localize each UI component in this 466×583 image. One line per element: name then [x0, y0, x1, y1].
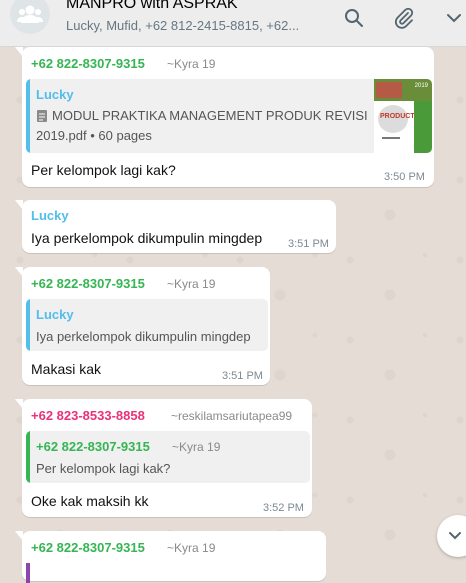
quoted-message[interactable]: Lucky MODUL PRAKTIKA MANAGEMENT PRODUK R…: [26, 79, 432, 153]
sender-name[interactable]: +62 822-8307-9315: [31, 540, 145, 555]
sender-name[interactable]: Lucky: [31, 208, 69, 223]
chevron-down-icon: [449, 532, 461, 540]
message-time: 3:50 PM: [384, 171, 425, 183]
quoted-message[interactable]: Lucky Iya perkelompok dikumpulin mingdep: [26, 299, 268, 351]
document-icon: [36, 109, 48, 123]
quoted-sender: +62 822-8307-9315: [36, 439, 150, 454]
sender-alias: ~Kyra 19: [167, 57, 216, 71]
message-text: Per kelompok lagi kak?: [31, 162, 176, 178]
message-time: 3:51 PM: [222, 370, 263, 382]
chevron-down-icon[interactable]: [442, 6, 466, 30]
chat-header[interactable]: MANPRO with ASPRAK Lucky, Mufid, +62 812…: [0, 0, 466, 47]
document-pages: 60 pages: [98, 128, 152, 143]
quoted-text: Iya perkelompok dikumpulin mingdep: [36, 329, 251, 344]
sender-name[interactable]: +62 822-8307-9315: [31, 276, 145, 291]
quote-bar: [26, 299, 30, 351]
message-time: 3:52 PM: [263, 502, 304, 514]
message-bubble[interactable]: +62 822-8307-9315 ~Kyra 19: [15, 531, 326, 583]
attach-icon[interactable]: [392, 6, 416, 30]
chat-participants[interactable]: Lucky, Mufid, +62 812-2415-8815, +62...: [66, 18, 299, 33]
sender-name[interactable]: +62 823-8533-8858: [31, 408, 145, 423]
message-bubble[interactable]: +62 822-8307-9315 ~Kyra 19 Lucky Iya per…: [15, 267, 270, 385]
chat-title[interactable]: MANPRO with ASPRAK: [66, 0, 238, 13]
message-time: 3:51 PM: [288, 238, 329, 250]
quoted-message[interactable]: +62 822-8307-9315 ~Kyra 19 Per kelompok …: [26, 431, 310, 483]
sender-alias: ~Kyra 19: [167, 541, 216, 555]
message-bubble[interactable]: Lucky Iya perkelompok dikumpulin mingdep…: [15, 200, 336, 253]
message-text: Makasi kak: [31, 361, 102, 377]
message-text: Iya perkelompok dikumpulin mingdep: [31, 230, 263, 246]
document-meta: 2019.pdf • 60 pages: [36, 128, 152, 143]
group-avatar[interactable]: [10, 0, 50, 34]
document-thumbnail[interactable]: 2019 PRODUCT: [374, 79, 432, 153]
document-title: MODUL PRAKTIKA MANAGEMENT PRODUK REVISI: [52, 108, 368, 123]
sender-alias: ~Kyra 19: [167, 277, 216, 291]
document-filename: 2019.pdf: [36, 128, 87, 143]
quoted-text: Per kelompok lagi kak?: [36, 461, 171, 476]
message-bubble[interactable]: +62 823-8533-8858 ~reskilamsariutapea99 …: [15, 399, 312, 517]
quote-bar: [26, 431, 30, 483]
thumbnail-year: 2019: [414, 83, 428, 89]
quote-bar: [26, 79, 30, 153]
group-icon: [17, 5, 43, 23]
sender-name[interactable]: +62 822-8307-9315: [31, 56, 145, 71]
thumbnail-word: PRODUCT: [380, 113, 415, 120]
message-bubble[interactable]: +62 822-8307-9315 ~Kyra 19 Lucky MODUL P…: [15, 47, 434, 187]
quoted-sender-alias: ~Kyra 19: [172, 440, 221, 454]
quoted-sender: Lucky: [36, 87, 74, 102]
quote-bar: [26, 563, 30, 583]
sender-alias: ~reskilamsariutapea99: [171, 409, 293, 423]
quoted-sender: Lucky: [36, 307, 74, 322]
search-icon[interactable]: [342, 6, 366, 30]
message-text: Oke kak maksih kk: [31, 493, 149, 509]
